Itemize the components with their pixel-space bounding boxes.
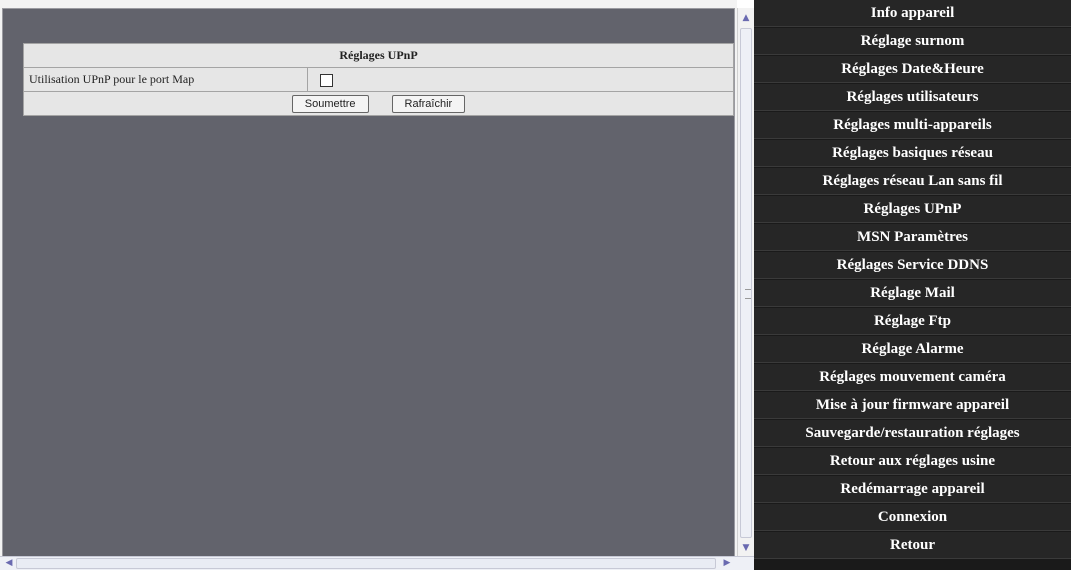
panel-title: Réglages UPnP — [23, 43, 734, 68]
nav-item[interactable]: Réglages réseau Lan sans fil — [754, 168, 1071, 195]
nav-item[interactable]: Réglages UPnP — [754, 196, 1071, 223]
vertical-scroll-thumb[interactable] — [740, 28, 752, 538]
scroll-left-arrow-icon[interactable]: ◀ — [2, 557, 16, 570]
nav-item[interactable]: Réglage surnom — [754, 28, 1071, 55]
nav-item[interactable]: Réglages Date&Heure — [754, 56, 1071, 83]
scroll-down-arrow-icon[interactable]: ▼ — [738, 540, 754, 556]
table-row: Utilisation UPnP pour le port Map — [23, 67, 734, 92]
nav-item[interactable]: Réglages multi-appareils — [754, 112, 1071, 139]
nav-item[interactable]: Réglages utilisateurs — [754, 84, 1071, 111]
nav-item[interactable]: MSN Paramètres — [754, 224, 1071, 251]
vertical-scrollbar[interactable]: ▲ ▼ — [737, 8, 754, 558]
nav-item[interactable]: Réglage Ftp — [754, 308, 1071, 335]
scroll-right-arrow-icon[interactable]: ▶ — [720, 557, 734, 570]
horizontal-scrollbar[interactable]: ◀ ▶ — [0, 556, 754, 570]
upnp-port-map-label: Utilisation UPnP pour le port Map — [23, 67, 308, 92]
nav-item[interactable]: Réglage Mail — [754, 280, 1071, 307]
horizontal-scroll-thumb[interactable] — [16, 558, 716, 569]
submit-button[interactable]: Soumettre — [291, 94, 369, 113]
nav-item[interactable]: Réglages Service DDNS — [754, 252, 1071, 279]
refresh-button[interactable]: Rafraîchir — [391, 94, 466, 113]
nav-item[interactable]: Info appareil — [754, 0, 1071, 27]
nav-item[interactable]: Retour aux réglages usine — [754, 448, 1071, 475]
nav-item[interactable]: Sauvegarde/restauration réglages — [754, 420, 1071, 447]
nav-item[interactable]: Retour — [754, 532, 1071, 559]
settings-nav-menu: Info appareil Réglage surnom Réglages Date… — [754, 0, 1071, 570]
settings-frame: Réglages UPnP Utilisation UPnP pour le p… — [2, 8, 735, 558]
nav-item[interactable]: Mise à jour firmware appareil — [754, 392, 1071, 419]
upnp-settings-table: Réglages UPnP Utilisation UPnP pour le p… — [23, 43, 734, 116]
nav-item[interactable]: Réglage Alarme — [754, 336, 1071, 363]
grip-icon — [745, 289, 751, 299]
scroll-up-arrow-icon[interactable]: ▲ — [738, 10, 754, 26]
upnp-port-map-checkbox[interactable] — [320, 73, 333, 87]
button-row: Soumettre Rafraîchir — [23, 91, 734, 116]
upnp-port-map-cell — [307, 67, 734, 92]
nav-item[interactable]: Redémarrage appareil — [754, 476, 1071, 503]
nav-item[interactable]: Réglages mouvement caméra — [754, 364, 1071, 391]
nav-item[interactable]: Connexion — [754, 504, 1071, 531]
nav-item[interactable]: Réglages basiques réseau — [754, 140, 1071, 167]
content-area: Réglages UPnP Utilisation UPnP pour le p… — [0, 0, 737, 570]
